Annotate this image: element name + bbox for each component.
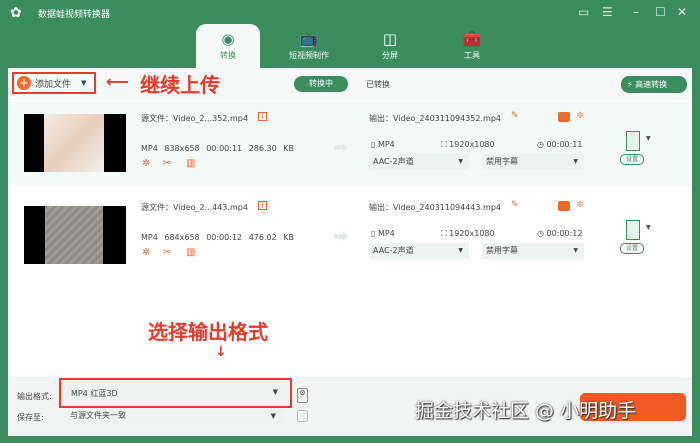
edit-icon[interactable]: ▥ xyxy=(186,158,195,169)
info-icon[interactable]: i xyxy=(258,201,267,210)
annotation-choose-format: 选择输出格式 xyxy=(148,320,268,344)
output-duration: ◷ 00:00:11 xyxy=(537,140,583,149)
enhance-icon[interactable]: ✲ xyxy=(142,158,150,169)
output-resolution: ⛶ 1920x1080 xyxy=(441,229,495,238)
arrow-down-icon: ↓ xyxy=(215,344,227,360)
video-thumbnail[interactable] xyxy=(24,206,126,264)
tab-short-video[interactable]: 📺 短视频制作 xyxy=(278,24,340,68)
watermark: 掘金技术社区 @ 小明助手 xyxy=(415,400,637,422)
fast-convert-button[interactable]: ⚡ 高速转换 xyxy=(621,76,687,93)
settings-button[interactable]: 设置 xyxy=(620,154,644,165)
arrow-left-icon: ⟵ xyxy=(106,72,129,91)
chevron-down-icon: ▼ xyxy=(458,158,463,165)
folder-icon[interactable] xyxy=(297,410,308,422)
tab-tools[interactable]: 🧰 工具 xyxy=(441,24,503,68)
save-to-select[interactable]: 与源文件夹一致 ▼ xyxy=(66,408,284,424)
split-screen-icon: ◫ xyxy=(382,30,398,48)
source-meta: MP4 838x658 00:00:11 286.30 KB xyxy=(141,144,294,153)
tab-convert[interactable]: ◉ 转换 xyxy=(196,24,260,70)
output-resolution: ⛶ 1920x1080 xyxy=(441,140,495,149)
output-filename: 输出：Video_240311094352.mp4 xyxy=(369,114,501,123)
compress-icon[interactable]: ≑ xyxy=(576,199,584,210)
source-filename: 源文件：Video_2...352.mp4 xyxy=(141,114,248,123)
output-format-mp4-icon[interactable] xyxy=(626,220,640,240)
tab-split-screen[interactable]: ◫ 分屏 xyxy=(359,24,421,68)
cut-icon[interactable]: ✂ xyxy=(163,247,171,258)
close-icon[interactable]: ✕ xyxy=(677,5,687,19)
subtitle-select[interactable]: 禁用字幕 ▼ xyxy=(482,154,584,170)
convert-icon: ◉ xyxy=(221,30,235,48)
output-format: ▯ MP4 xyxy=(371,229,395,238)
compress-icon[interactable]: ≑ xyxy=(576,110,584,121)
chevron-down-icon: ▼ xyxy=(458,247,463,254)
tv-icon: 📺 xyxy=(299,30,319,48)
arrow-right-icon: ➡ xyxy=(333,226,349,247)
chevron-down-icon: ▼ xyxy=(573,247,578,254)
output-format-mp4-icon[interactable] xyxy=(626,131,640,151)
3d-icon[interactable] xyxy=(558,112,570,122)
menu-icon[interactable]: ☰ xyxy=(602,5,613,19)
source-filename: 源文件：Video_2...443.mp4 xyxy=(141,203,248,212)
edit-icon[interactable]: ▥ xyxy=(186,247,195,258)
chevron-down-icon: ▼ xyxy=(573,158,578,165)
cut-icon[interactable]: ✂ xyxy=(163,158,171,169)
toolbox-icon: 🧰 xyxy=(462,30,482,48)
format-settings-icon[interactable]: ⚙ xyxy=(297,388,308,403)
add-file-button[interactable]: + 添加文件 ▼ xyxy=(12,72,96,94)
audio-track-select[interactable]: AAC-2声道 ▼ xyxy=(369,243,469,259)
source-meta: MP4 684x658 00:00:12 476.02 KB xyxy=(141,233,294,242)
subtitle-select[interactable]: 禁用字幕 ▼ xyxy=(482,243,584,259)
output-format-label: 输出格式: xyxy=(17,392,52,401)
arrow-right-icon: ➡ xyxy=(333,137,349,158)
rename-icon[interactable]: ✎ xyxy=(511,200,519,210)
chevron-down-icon: ▼ xyxy=(270,412,276,420)
output-duration: ◷ 00:00:12 xyxy=(537,229,583,238)
enhance-icon[interactable]: ✲ xyxy=(142,247,150,258)
output-format: ▯ MP4 xyxy=(371,140,395,149)
lightning-icon: ⚡ xyxy=(627,80,633,89)
chevron-down-icon[interactable]: ▼ xyxy=(646,135,651,142)
output-format-select[interactable]: MP4 红蓝3D ▼ xyxy=(59,378,292,408)
plus-icon: + xyxy=(17,76,31,90)
video-thumbnail[interactable] xyxy=(24,114,126,172)
feedback-icon[interactable]: ▭ xyxy=(578,5,589,19)
app-title: 数据蛙视频转换器 xyxy=(38,10,111,20)
tab-converting[interactable]: 转换中 xyxy=(294,76,348,92)
rename-icon[interactable]: ✎ xyxy=(511,111,519,121)
app-logo-icon: ✿ xyxy=(10,5,22,21)
annotation-continue-upload: 继续上传 xyxy=(140,73,220,97)
chevron-down-icon[interactable]: ▼ xyxy=(646,224,651,231)
maximize-icon[interactable]: ☐ xyxy=(655,5,666,19)
chevron-down-icon: ▼ xyxy=(81,79,87,87)
audio-track-select[interactable]: AAC-2声道 ▼ xyxy=(369,154,469,170)
chevron-down-icon: ▼ xyxy=(272,388,278,396)
output-filename: 输出：Video_240311094443.mp4 xyxy=(369,203,501,212)
save-to-label: 保存至: xyxy=(17,413,44,422)
settings-button[interactable]: 设置 xyxy=(620,243,644,254)
minimize-icon[interactable]: – xyxy=(633,5,639,19)
3d-icon[interactable] xyxy=(558,201,570,211)
info-icon[interactable]: i xyxy=(258,112,267,121)
tab-converted[interactable]: 已转换 xyxy=(366,79,390,90)
